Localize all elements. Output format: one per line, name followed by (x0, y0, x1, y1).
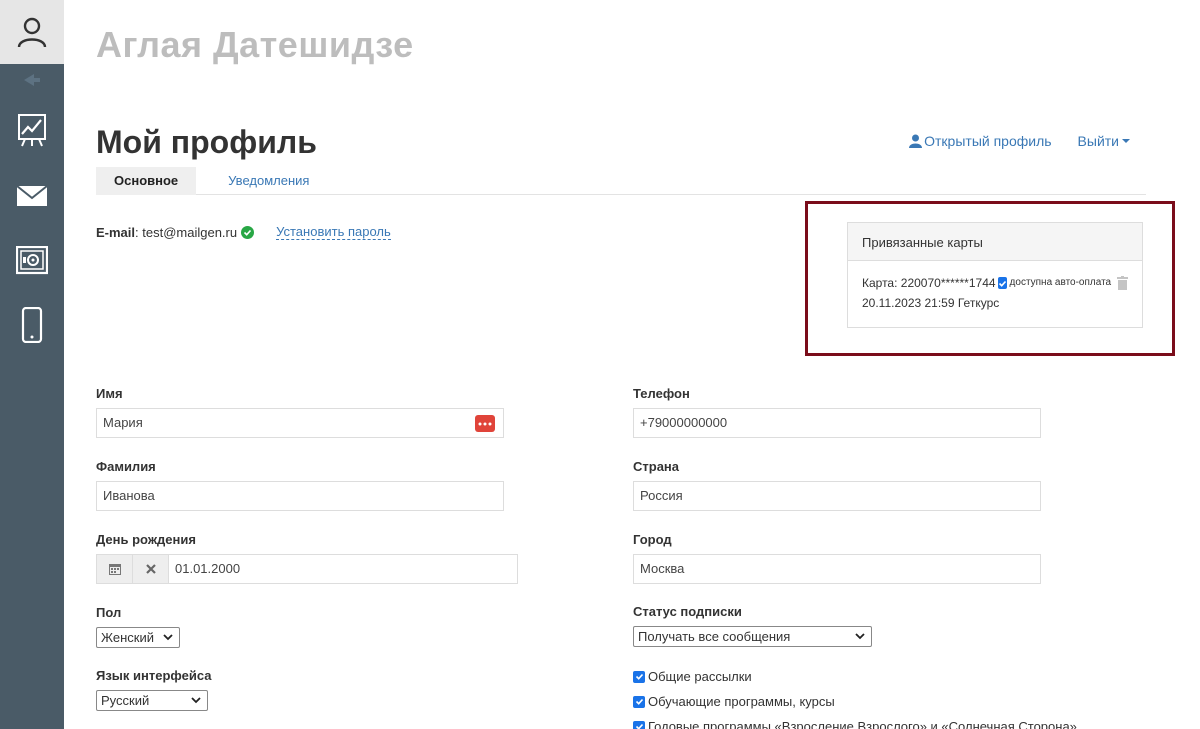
general-mailings-checkbox[interactable] (633, 670, 645, 683)
user-icon (909, 134, 923, 148)
training-programs-checkbox[interactable] (633, 695, 645, 708)
user-name: Аглая Датешидзе (96, 24, 414, 65)
caret-down-icon (1122, 139, 1130, 143)
calendar-icon[interactable] (97, 555, 133, 583)
card-line: Карта: 220070******1744 доступна авто-оп… (862, 273, 1129, 293)
first-name-input[interactable]: Мария (96, 408, 504, 438)
birthday-input[interactable]: 01.01.2000 (169, 555, 517, 583)
language-value: Русский (101, 693, 150, 708)
tab-main[interactable]: Основное (96, 167, 197, 195)
subscription-value: Получать все сообщения (638, 629, 791, 644)
open-profile-link[interactable]: Открытый профиль (909, 133, 1052, 149)
logout-label: Выйти (1077, 133, 1119, 149)
safe-icon[interactable] (14, 243, 50, 279)
chevron-down-icon (191, 697, 201, 704)
trash-icon[interactable] (1117, 276, 1129, 290)
tab-notifications[interactable]: Уведомления (210, 167, 327, 195)
clear-date-icon[interactable] (133, 555, 169, 583)
phone-input[interactable]: +79000000000 (633, 408, 1041, 438)
mobile-icon[interactable] (14, 307, 50, 343)
city-label: Город (633, 532, 672, 547)
checkbox-label: Обучающие программы, курсы (648, 694, 835, 709)
verified-check-icon (241, 225, 255, 239)
checkbox-label: Общие рассылки (648, 669, 752, 684)
linked-cards-panel: Привязанные карты Карта: 220070******174… (847, 222, 1143, 328)
card-date-line: 20.11.2023 21:59 Геткурс (862, 296, 1000, 310)
birthday-label: День рождения (96, 532, 196, 547)
phone-value: +79000000000 (640, 415, 728, 430)
email-value: test@mailgen.ru (142, 224, 238, 240)
page-title: Мой профиль (96, 124, 317, 160)
last-name-value: Иванова (103, 488, 155, 503)
city-input[interactable]: Москва (633, 554, 1041, 584)
gender-value: Женский (101, 630, 154, 645)
card-number: Карта: 220070******1744 (862, 276, 996, 290)
email-row: E-mail: test@mailgen.ru Установить парол… (96, 224, 391, 240)
subscription-label: Статус подписки (633, 604, 742, 619)
collapse-arrow-icon[interactable] (22, 72, 42, 88)
first-name-label: Имя (96, 386, 123, 401)
checkbox-training-programs: Обучающие программы, курсы (633, 694, 835, 709)
auto-pay-label: доступна авто-оплата (1009, 277, 1112, 288)
country-value: Россия (640, 488, 683, 503)
profile-tabs: Основное Уведомления (96, 167, 1146, 195)
subscription-select[interactable]: Получать все сообщения (633, 626, 872, 647)
sidebar (0, 0, 64, 729)
first-name-value: Мария (103, 415, 143, 430)
email-label: E-mail (96, 224, 136, 240)
yearly-programs-checkbox[interactable] (633, 720, 645, 729)
country-input[interactable]: Россия (633, 481, 1041, 511)
gender-label: Пол (96, 605, 122, 620)
password-manager-icon[interactable] (475, 415, 495, 432)
open-profile-label: Открытый профиль (924, 133, 1052, 149)
language-label: Язык интерфейса (96, 668, 212, 683)
mail-icon[interactable] (14, 178, 50, 214)
last-name-input[interactable]: Иванова (96, 481, 504, 511)
gender-select[interactable]: Женский (96, 627, 180, 648)
birthday-field: 01.01.2000 (96, 554, 518, 584)
chart-icon[interactable] (14, 112, 50, 148)
language-select[interactable]: Русский (96, 690, 208, 711)
last-name-label: Фамилия (96, 459, 156, 474)
chevron-down-icon (163, 634, 173, 641)
user-avatar-icon (17, 17, 47, 48)
set-password-link[interactable]: Установить пароль (276, 224, 391, 240)
linked-cards-title: Привязанные карты (848, 223, 1142, 261)
country-label: Страна (633, 459, 680, 474)
checkbox-label: Годовые программы «Взросление Взрослого»… (648, 719, 1077, 729)
chevron-down-icon (855, 633, 865, 640)
checkbox-general-mailings: Общие рассылки (633, 669, 752, 684)
top-links: Открытый профиль Выйти (909, 133, 1130, 149)
logout-dropdown[interactable]: Выйти (1078, 133, 1130, 149)
checkbox-yearly-programs: Годовые программы «Взросление Взрослого»… (633, 719, 1077, 729)
city-value: Москва (640, 561, 685, 576)
auto-pay-checkbox[interactable] (997, 277, 1007, 289)
avatar[interactable] (0, 0, 64, 64)
phone-label: Телефон (633, 386, 690, 401)
